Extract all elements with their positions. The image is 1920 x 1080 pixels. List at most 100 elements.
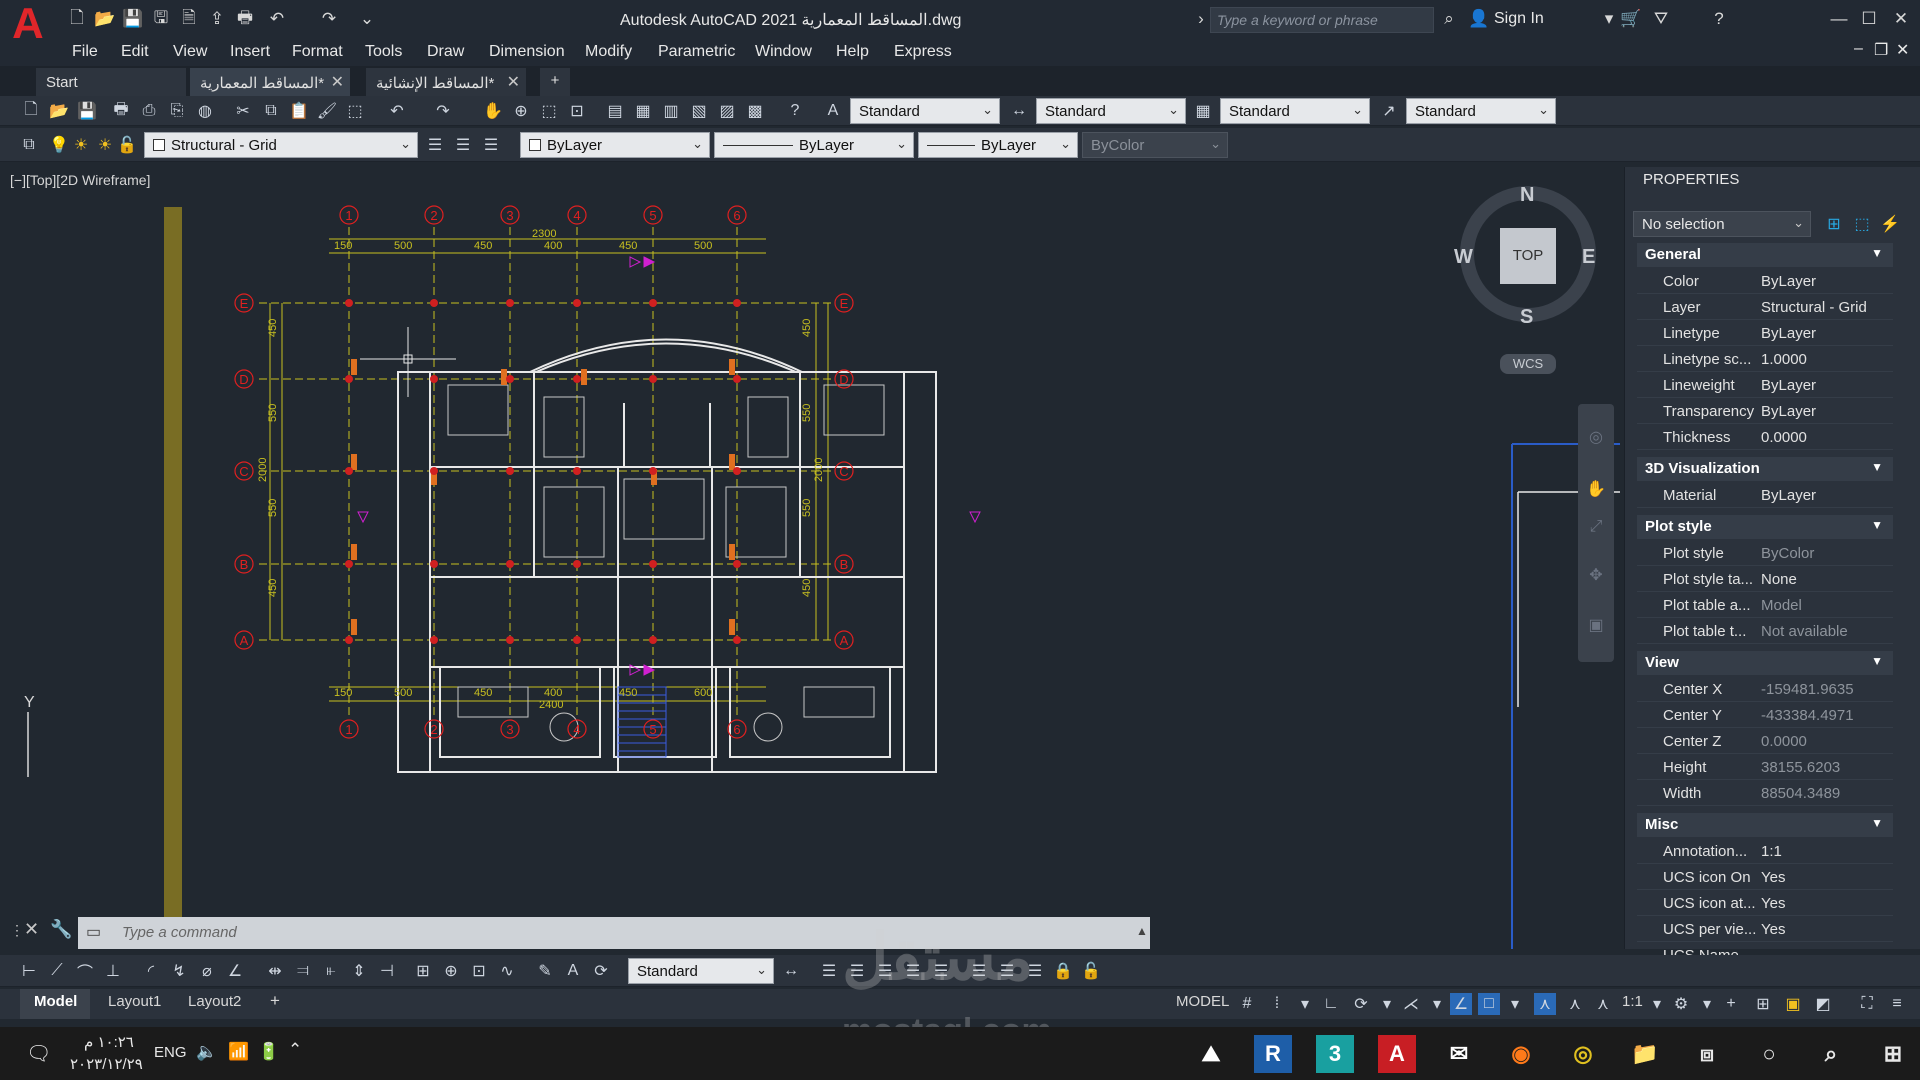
properties-icon[interactable]: ▤ xyxy=(604,100,626,122)
plot-icon[interactable]: 🖶 xyxy=(110,100,132,122)
tool-palettes-icon[interactable]: ▥ xyxy=(660,100,682,122)
model-space-button[interactable]: MODEL xyxy=(1176,993,1229,1010)
section-header[interactable]: 3D Visualization ▼ xyxy=(1637,457,1893,481)
dim-update-icon[interactable]: ⟳ xyxy=(590,960,612,982)
new-icon[interactable]: 🗋 xyxy=(66,8,88,30)
collapse-icon[interactable]: ▼ xyxy=(1871,246,1883,260)
chevron-up-icon[interactable]: ▲ xyxy=(1136,924,1148,938)
annotation-scale-value[interactable]: 1:1 xyxy=(1622,993,1643,1010)
taskbar-date[interactable]: ٢٠٢٣/١٢/٢٩ xyxy=(70,1055,143,1073)
zoom-realtime-icon[interactable]: ⊕ xyxy=(510,100,532,122)
toggle-pickadd-icon[interactable]: ⊞ xyxy=(1823,213,1845,235)
compass-north[interactable]: N xyxy=(1520,184,1534,207)
save-as-icon[interactable]: 🖫 xyxy=(150,8,172,30)
aligned-dim-icon[interactable]: ⟋ xyxy=(46,960,68,982)
save-web-icon[interactable]: ⇪ xyxy=(206,8,228,30)
tab-model[interactable]: Model xyxy=(34,993,77,1010)
zoom-extents-icon[interactable]: ⤢ xyxy=(1585,516,1607,538)
battery-icon[interactable]: 🔋 xyxy=(258,1042,279,1062)
tab-architectural[interactable]: المساقط المعمارية* ✕ xyxy=(190,68,350,96)
baseline-icon[interactable]: ⫤ xyxy=(292,960,314,982)
plot-preview-icon[interactable]: ⎙ xyxy=(138,100,160,122)
jogged-icon[interactable]: ↯ xyxy=(168,960,190,982)
annotation-monitor-icon[interactable]: + xyxy=(1720,993,1742,1015)
object-snap-tracking-icon[interactable]: ∠ xyxy=(1450,993,1472,1015)
notifications-icon[interactable]: 🗨 xyxy=(26,1041,51,1066)
property-row[interactable]: Center X -159481.9635 xyxy=(1637,677,1893,702)
select-objects-icon[interactable]: ⬚ xyxy=(1851,213,1873,235)
section-header[interactable]: Misc ▼ xyxy=(1637,813,1893,837)
property-row[interactable]: Material ByLayer xyxy=(1637,483,1893,508)
property-row[interactable]: Layer Structural - Grid xyxy=(1637,295,1893,320)
grid-icon[interactable]: # xyxy=(1236,993,1258,1015)
zoom-previous-icon[interactable]: ⊡ xyxy=(566,100,588,122)
property-row[interactable]: UCS icon at... Yes xyxy=(1637,891,1893,916)
revit-icon[interactable]: R xyxy=(1254,1035,1292,1073)
angular-icon[interactable]: ∠ xyxy=(224,960,246,982)
match-properties-icon[interactable]: 🖌 xyxy=(316,100,338,122)
property-row[interactable]: Lineweight ByLayer xyxy=(1637,373,1893,398)
quick-dim-icon[interactable]: ⇹ xyxy=(264,960,286,982)
close-icon[interactable]: ✕ xyxy=(331,72,344,92)
compass-west[interactable]: W xyxy=(1454,246,1473,269)
collapse-icon[interactable]: ▼ xyxy=(1871,816,1883,830)
property-row[interactable]: Center Y -433384.4971 xyxy=(1637,703,1893,728)
tab-layout2[interactable]: Layout2 xyxy=(188,993,241,1010)
chevron-down-icon[interactable]: ▾ xyxy=(1376,993,1398,1015)
menu-modify[interactable]: Modify xyxy=(585,43,632,61)
cortana-icon[interactable]: ○ xyxy=(1750,1035,1788,1073)
layer-states-icon[interactable]: ☰ xyxy=(480,134,502,156)
open-icon[interactable]: 📂 xyxy=(48,100,70,122)
property-row[interactable]: Height 38155.6203 xyxy=(1637,755,1893,780)
tolerance-icon[interactable]: ⊞ xyxy=(412,960,434,982)
cut-icon[interactable]: ✂ xyxy=(232,100,254,122)
collapse-icon[interactable]: ▼ xyxy=(1871,518,1883,532)
drawing-canvas[interactable]: 1 1 2 2 3 3 4 4 5 5 6 6 E E D D C C B B A A 150 150 500 500 450 45… xyxy=(4,167,1620,949)
chevron-up-icon[interactable]: ⌃ xyxy=(288,1040,302,1060)
paste-icon[interactable]: 📋 xyxy=(288,100,310,122)
maximize-icon[interactable]: ☐ xyxy=(1858,8,1880,30)
menu-parametric[interactable]: Parametric xyxy=(658,43,735,61)
menu-express[interactable]: Express xyxy=(894,43,952,61)
language-indicator[interactable]: ENG xyxy=(154,1044,187,1061)
menu-window[interactable]: Window xyxy=(755,43,812,61)
break-icon[interactable]: ⊣ xyxy=(376,960,398,982)
layer-thaw-icon[interactable]: ☀ xyxy=(70,134,92,156)
copy-icon[interactable]: ⧉ xyxy=(260,100,282,122)
chevron-down-icon[interactable]: ▾ xyxy=(1646,993,1668,1015)
task-view-icon[interactable]: ⧈ xyxy=(1688,1035,1726,1073)
open-web-icon[interactable]: 🗎 xyxy=(178,8,200,30)
space-icon[interactable]: ⇕ xyxy=(348,960,370,982)
object-snap-icon[interactable]: □ xyxy=(1478,993,1500,1015)
orbit-icon[interactable]: ✥ xyxy=(1585,564,1607,586)
lineweight-select[interactable]: ByLayer ⌄ xyxy=(918,132,1078,158)
help-icon[interactable]: ? xyxy=(1708,8,1730,30)
menu-draw[interactable]: Draw xyxy=(427,43,464,61)
layer-select[interactable]: Structural - Grid ⌄ xyxy=(144,132,418,158)
block-editor-icon[interactable]: ⬚ xyxy=(344,100,366,122)
text-style-icon[interactable]: A xyxy=(822,100,844,122)
layer-vp-icon[interactable]: ☀ xyxy=(94,134,116,156)
section-header[interactable]: General ▼ xyxy=(1637,243,1893,267)
clean-screen-icon[interactable]: ⛶ xyxy=(1856,993,1878,1015)
plot-icon[interactable]: 🖶 xyxy=(234,8,256,30)
search-input[interactable]: Type a keyword or phrase xyxy=(1210,7,1434,33)
compass-south[interactable]: S xyxy=(1520,306,1533,329)
collapse-icon[interactable]: ▼ xyxy=(1871,654,1883,668)
property-row[interactable]: Width 88504.3489 xyxy=(1637,781,1893,806)
cart-icon[interactable]: 🛒 xyxy=(1620,8,1642,30)
dim-style-select[interactable]: Standard ⌄ xyxy=(1036,98,1186,124)
autocad-taskbar-icon[interactable]: A xyxy=(1378,1035,1416,1073)
menu-edit[interactable]: Edit xyxy=(121,43,149,61)
tab-layout1[interactable]: Layout1 xyxy=(108,993,161,1010)
menu-help[interactable]: Help xyxy=(836,43,869,61)
chevron-down-icon[interactable]: ▾ xyxy=(1696,993,1718,1015)
add-layout-button[interactable]: + xyxy=(270,991,280,1011)
layer-on-icon[interactable]: 💡 xyxy=(48,134,70,156)
selection-select[interactable]: No selection ⌄ xyxy=(1633,211,1811,237)
wifi-icon[interactable]: 📶 xyxy=(228,1042,249,1062)
pan-icon[interactable]: ✋ xyxy=(482,100,504,122)
viewport-controls-label[interactable]: [−][Top][2D Wireframe] xyxy=(10,172,150,188)
customize-icon[interactable]: 🔧 xyxy=(50,919,72,940)
center-mark-icon[interactable]: ⊕ xyxy=(440,960,462,982)
